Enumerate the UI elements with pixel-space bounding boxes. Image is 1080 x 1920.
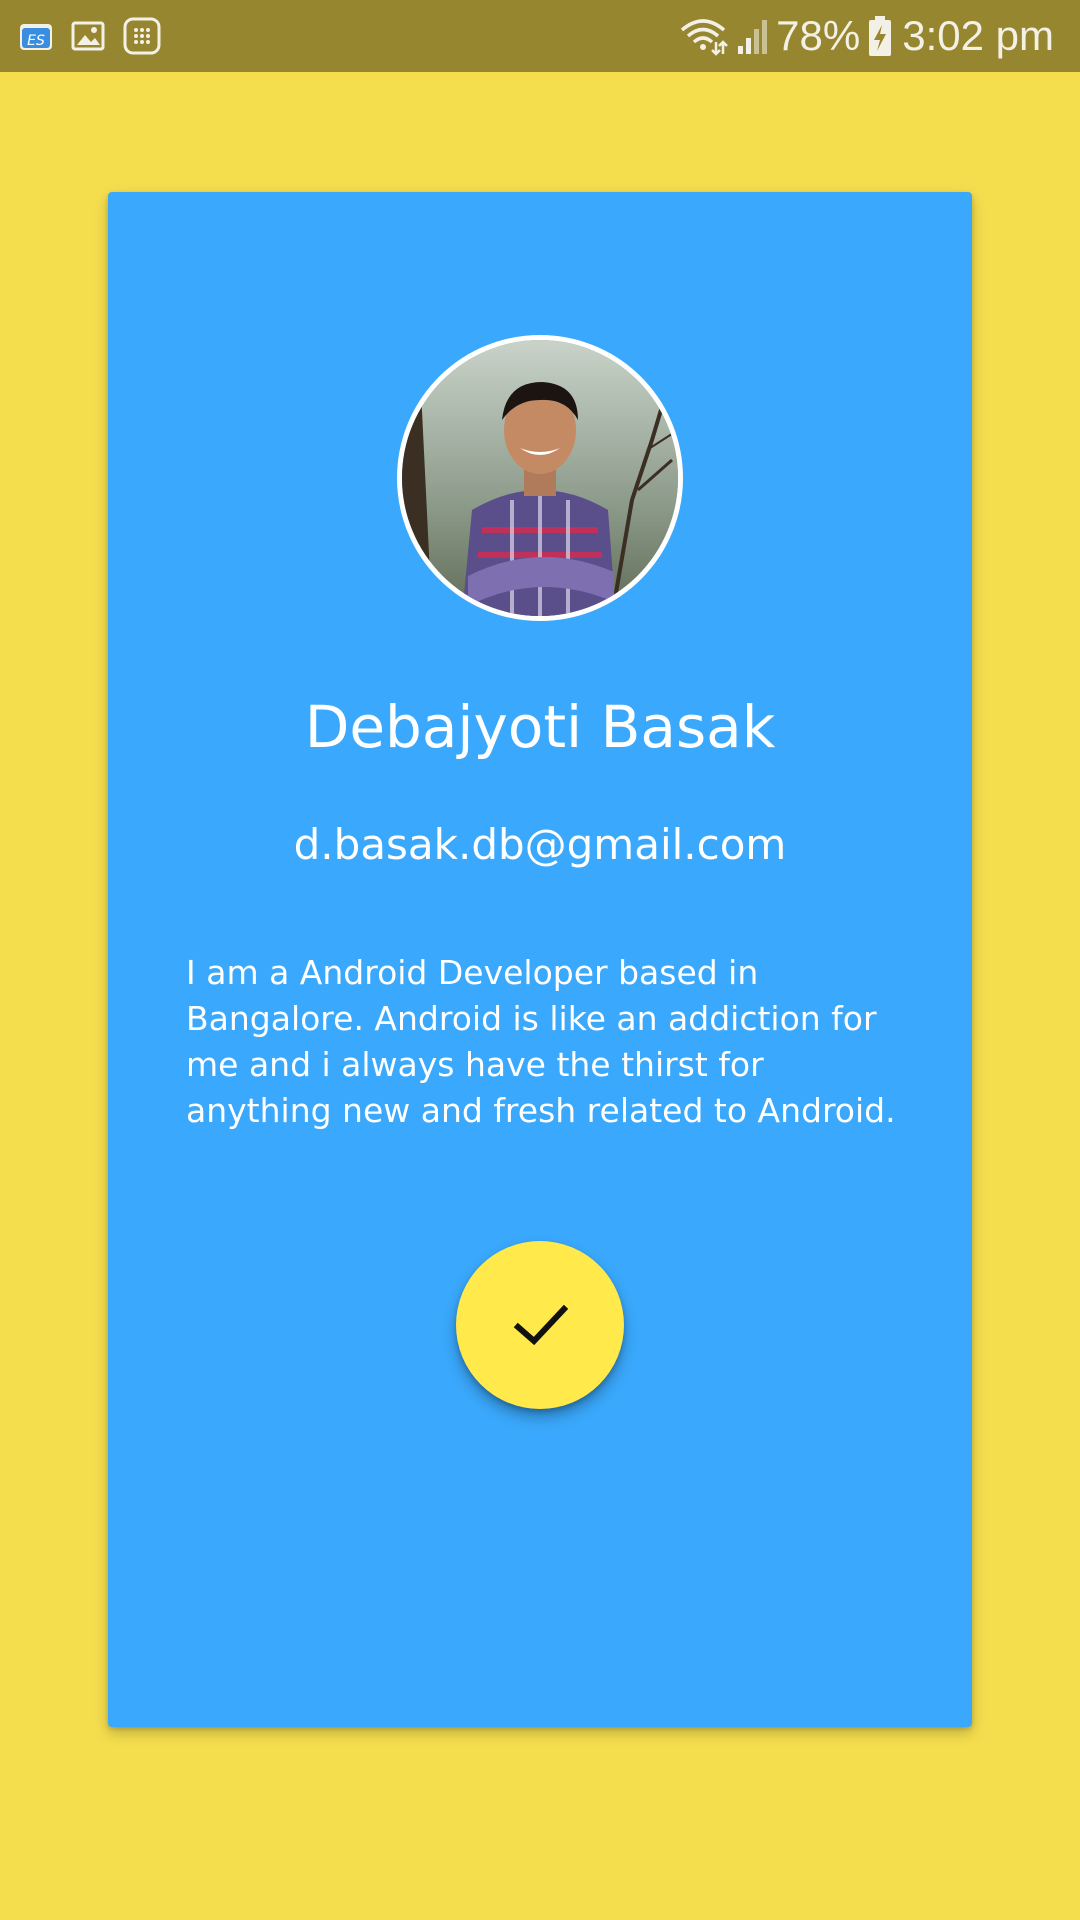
- profile-email[interactable]: d.basak.db@gmail.com: [108, 820, 972, 870]
- gallery-icon: [70, 18, 106, 54]
- es-file-explorer-icon: ES: [18, 18, 54, 54]
- clock: 3:02 pm: [902, 12, 1054, 59]
- battery-percentage: 78%: [776, 12, 861, 59]
- status-bar-right: 78% 3:02 pm: [670, 12, 1054, 60]
- confirm-fab-button[interactable]: [456, 1241, 624, 1409]
- profile-name: Debajyoti Basak: [304, 693, 776, 761]
- battery-charging-icon: [868, 15, 892, 57]
- svg-text:ES: ES: [27, 33, 45, 49]
- profile-avatar[interactable]: [397, 335, 683, 621]
- status-bar-left: ES: [18, 16, 178, 56]
- wifi-icon: [678, 16, 729, 56]
- status-bar: ES 78% 3:02 pm: [0, 0, 1080, 72]
- profile-bio: I am a Android Developer based in Bangal…: [186, 953, 896, 1130]
- app-grid-icon: [122, 16, 162, 56]
- signal-icon: [736, 16, 770, 56]
- check-icon: [510, 1295, 570, 1355]
- profile-card: Debajyoti Basak d.basak.db@gmail.com I a…: [108, 192, 972, 1727]
